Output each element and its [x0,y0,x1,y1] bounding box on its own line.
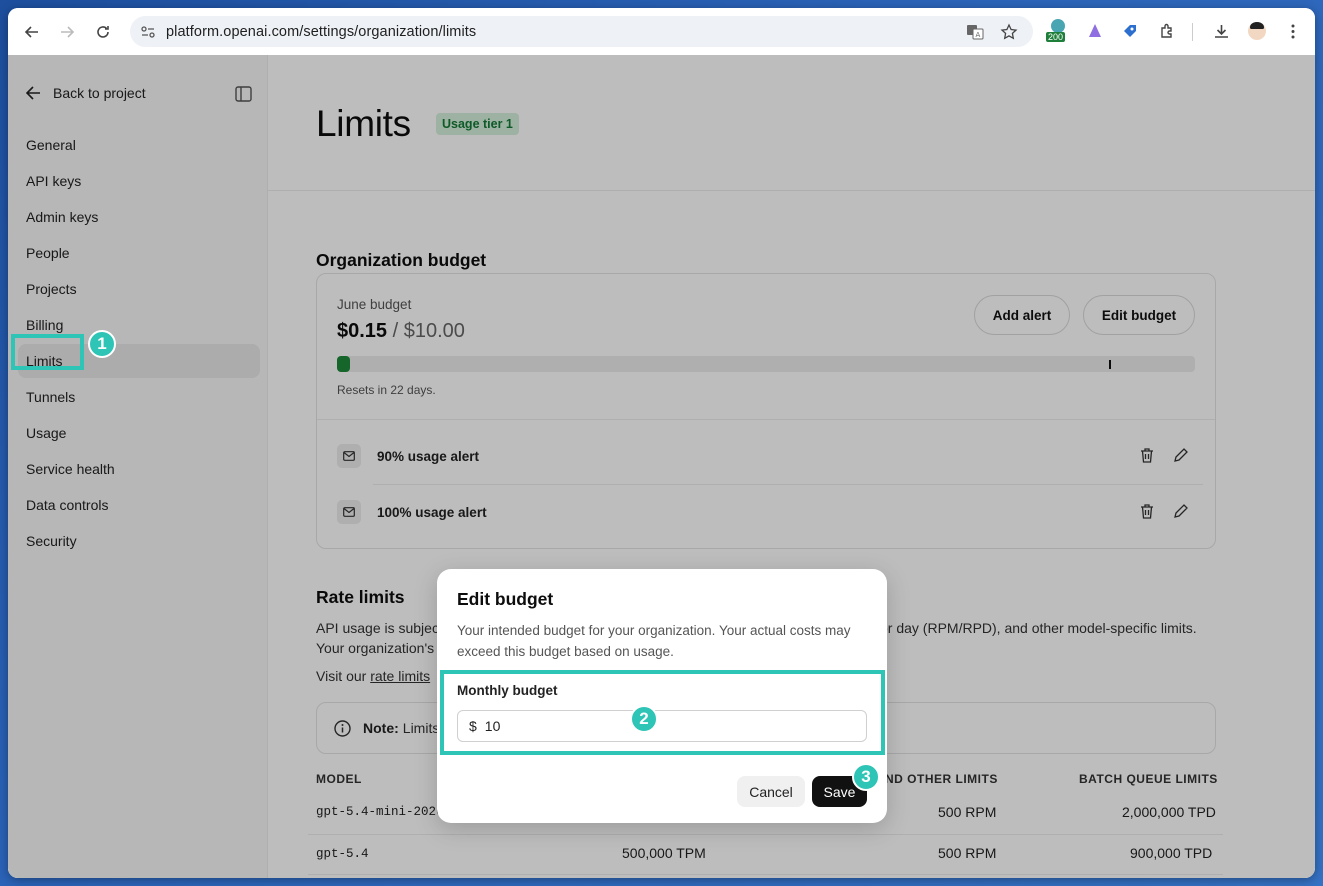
step-marker-3: 3 [852,763,880,791]
profile-avatar[interactable] [1248,22,1266,40]
step-marker-1: 1 [88,330,116,358]
dialog-description: Your intended budget for your organizati… [457,623,851,659]
extension-tag-icon[interactable] [1122,23,1138,39]
highlight-budget-field [440,670,885,755]
toolbar-divider [1192,23,1193,41]
extension-icon[interactable] [1051,19,1065,33]
extensions-puzzle-icon[interactable] [1159,23,1176,40]
reload-icon[interactable] [87,16,119,48]
site-settings-icon[interactable] [140,24,156,40]
translate-icon[interactable]: A [966,23,984,41]
browser-toolbar: platform.openai.com/settings/organizatio… [8,8,1315,55]
more-menu-icon[interactable] [1287,23,1299,40]
bookmark-star-icon[interactable] [1000,23,1018,41]
step-marker-2: 2 [630,705,658,733]
cancel-button[interactable]: Cancel [737,776,805,807]
svg-text:A: A [976,31,981,39]
download-icon[interactable] [1213,23,1230,40]
extension-badge: 200 [1046,32,1066,42]
forward-arrow-icon[interactable] [51,16,83,48]
browser-window: platform.openai.com/settings/organizatio… [8,8,1315,878]
url-text[interactable]: platform.openai.com/settings/organizatio… [166,24,476,40]
back-arrow-icon[interactable] [16,16,48,48]
highlight-limits [11,334,84,370]
extension-triangle-icon[interactable] [1087,23,1103,39]
address-bar[interactable]: platform.openai.com/settings/organizatio… [130,16,1033,47]
dialog-title: Edit budget [457,589,554,609]
